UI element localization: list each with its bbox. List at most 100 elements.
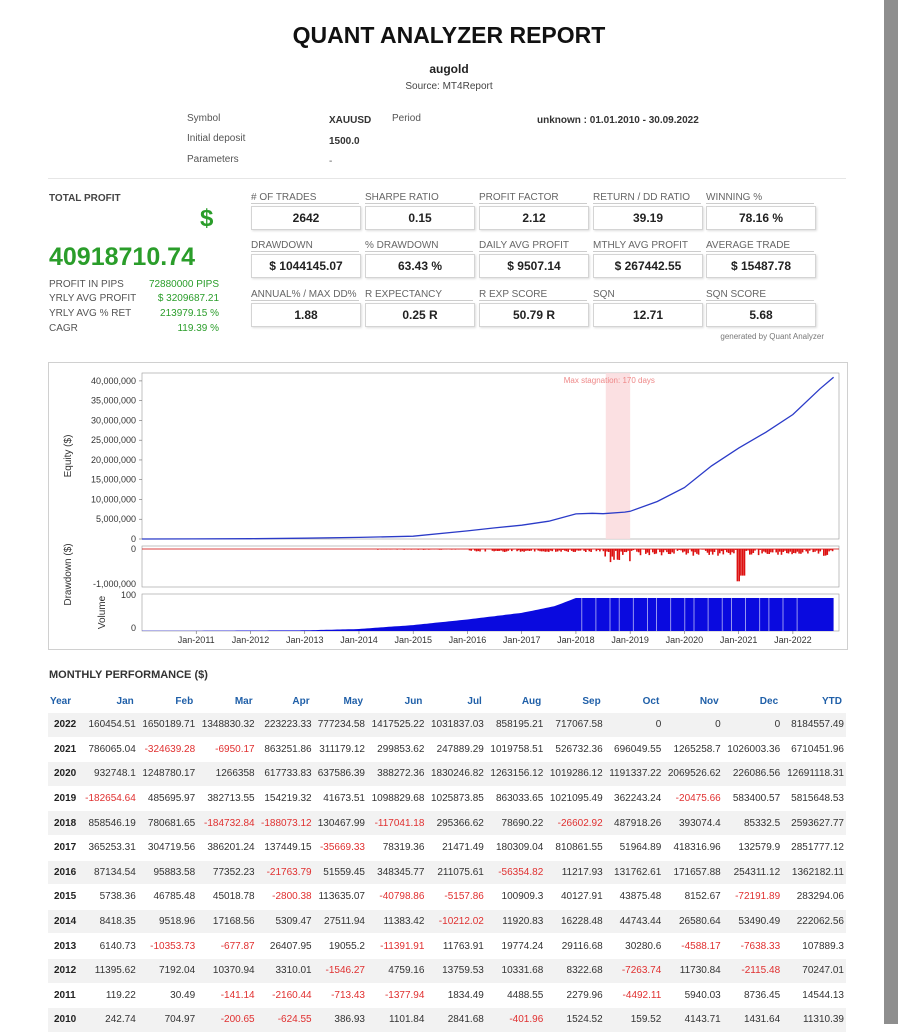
period-label: Period [392,113,421,124]
value-cell: -7638.33 [723,934,782,959]
value-cell: 26580.64 [663,909,722,934]
value-cell: 8152.67 [663,885,722,910]
drawdown-bar [703,549,705,550]
value-cell: 6710451.96 [782,737,846,762]
drawdown-bar [710,549,712,552]
drawdown-bar [832,549,834,551]
year-cell: 2015 [48,885,81,910]
value-cell: 1524.52 [545,1008,604,1032]
yearly-avg-ret-value: 213979.15 % [99,308,219,319]
drawdown-bar [560,549,562,552]
drawdown-bar [615,549,617,551]
total-profit-currency: $ [200,205,213,233]
value-cell: 100909.3 [486,885,545,910]
value-cell: -10212.02 [426,909,485,934]
x-tick-label: Jan-2018 [557,635,595,645]
drawdown-bar [814,549,816,552]
drawdown-bar [770,549,772,552]
drawdown-bar [495,549,497,551]
drawdown-bar [629,549,631,561]
drawdown-bar [585,549,587,552]
x-tick-label: Jan-2022 [774,635,812,645]
drawdown-bar [682,549,684,552]
x-tick-label: Jan-2020 [666,635,704,645]
drawdown-bar [742,549,744,576]
drawdown-bar [418,549,420,550]
drawdown-bar [656,549,658,554]
value-cell: 2069526.62 [663,762,722,787]
drawdown-bar [726,549,728,552]
equity-tick-label: 10,000,000 [91,494,136,504]
column-header: Mar [197,690,256,713]
year-cell: 2018 [48,811,81,836]
value-cell: 95883.58 [138,860,197,885]
drawdown-bar [747,549,749,551]
value-cell: 27511.94 [314,909,367,934]
drawdown-bar [661,549,663,555]
table-row: 2020932748.11248780.171266358617733.8363… [48,762,846,787]
value-cell: 382713.55 [197,786,256,811]
total-profit-label: TOTAL PROFIT [49,193,121,204]
equity-chart: Max stagnation: 170 days40,000,00035,000… [49,363,847,649]
value-cell: 70247.01 [782,958,846,983]
drawdown-bar [687,549,689,553]
metric-label: DAILY AVG PROFIT [479,240,587,252]
metric-value: 2642 [251,206,361,230]
drawdown-bar [520,549,522,552]
drawdown-bar [677,549,679,551]
drawdown-bar [474,549,476,551]
drawdown-bar [525,549,527,551]
table-row: 2017365253.31304719.56386201.24137449.15… [48,835,846,860]
value-cell: 7192.04 [138,958,197,983]
drawdown-bar [765,549,767,553]
value-cell: 810861.55 [545,835,604,860]
drawdown-bar [809,549,811,551]
value-cell: 16228.48 [545,909,604,934]
value-cell: 132579.9 [723,835,782,860]
value-cell: 41673.51 [314,786,367,811]
value-cell: 113635.07 [314,885,367,910]
value-cell: 1025873.85 [426,786,485,811]
params-value: - [329,156,332,167]
value-cell: 1263156.12 [486,762,545,787]
drawdown-bar [631,549,633,551]
drawdown-bar [733,549,735,553]
volume-gap [647,598,648,631]
drawdown-bar [768,549,770,554]
column-header: Jul [426,690,485,713]
value-cell: 254311.12 [723,860,782,885]
x-tick-label: Jan-2017 [503,635,541,645]
year-cell: 2016 [48,860,81,885]
drawdown-bar [758,549,760,555]
drawdown-bar [701,549,703,550]
scrollbar[interactable] [884,0,898,1024]
value-cell: -4588.17 [663,934,722,959]
report-title: QUANT ANALYZER REPORT [0,22,898,49]
table-row: 2011119.2230.49-141.14-2160.44-713.43-13… [48,983,846,1008]
drawdown-bar [624,549,626,552]
column-header: Year [48,690,81,713]
value-cell: 17168.56 [197,909,256,934]
drawdown-tick-label: 0 [131,544,136,554]
drawdown-bar [823,549,825,556]
value-cell: 26407.95 [257,934,314,959]
drawdown-bar [827,549,829,555]
drawdown-bar [411,549,413,550]
metric-value: $ 9507.14 [479,254,589,278]
value-cell: 780681.65 [138,811,197,836]
drawdown-bar [612,549,614,557]
value-cell: -40798.86 [367,885,426,910]
value-cell: 51964.89 [605,835,664,860]
drawdown-bar [617,549,619,560]
value-cell: 21471.49 [426,835,485,860]
value-cell: 30.49 [138,983,197,1008]
metric-label: R EXPECTANCY [365,289,473,301]
drawdown-bar [678,549,680,550]
value-cell: 1248780.17 [138,762,197,787]
metric-label: R EXP SCORE [479,289,587,301]
drawdown-bar [539,549,541,551]
year-cell: 2013 [48,934,81,959]
value-cell: 211075.61 [426,860,485,885]
drawdown-bar [619,549,621,560]
drawdown-bar [664,549,666,550]
